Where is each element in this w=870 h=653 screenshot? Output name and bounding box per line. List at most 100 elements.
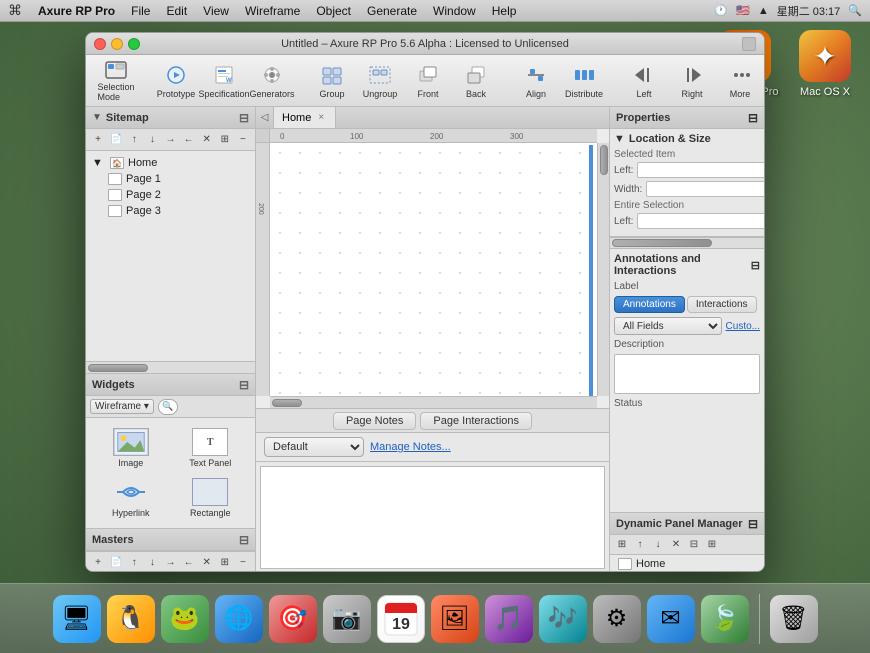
dpm-btn1[interactable]: ⊞ [614, 538, 630, 552]
dock-target[interactable]: 🎯 [269, 595, 317, 643]
widget-hyperlink[interactable]: Hyperlink [92, 474, 170, 522]
width-input[interactable] [646, 181, 765, 197]
props-scrollbar[interactable] [610, 237, 764, 249]
sitemap-collapse-icon[interactable]: ⊟ [239, 111, 249, 125]
masters-btn4[interactable]: ↓ [144, 555, 160, 571]
sitemap-expand[interactable]: ▼ [92, 112, 102, 123]
front-button[interactable]: Front [406, 59, 450, 103]
object-menu[interactable]: Object [316, 4, 351, 18]
back-button[interactable]: Back [454, 59, 498, 103]
dock-frog[interactable]: 🐸 [161, 595, 209, 643]
macosx-desktop-icon[interactable]: ✦ Mac OS X [790, 30, 860, 98]
manage-notes-link[interactable]: Manage Notes... [370, 441, 451, 453]
props-scrollbar-thumb[interactable] [612, 239, 712, 247]
masters-collapse-icon[interactable]: ⊟ [239, 533, 249, 547]
dpm-btn2[interactable]: ↑ [632, 538, 648, 552]
sitemap-page-btn[interactable]: 📄 [108, 132, 124, 148]
sitemap-down-btn[interactable]: ↓ [144, 132, 160, 148]
app-name-menu[interactable]: Axure RP Pro [38, 4, 115, 18]
group-button[interactable]: Group [310, 59, 354, 103]
dock-penguin[interactable]: 🐧 [107, 595, 155, 643]
sitemap-add-btn[interactable]: + [90, 132, 106, 148]
maximize-button[interactable] [128, 38, 140, 50]
dock-leaf[interactable]: 🍃 [701, 595, 749, 643]
entire-left-input[interactable] [637, 213, 765, 229]
canvas-vscroll-thumb[interactable] [600, 145, 608, 175]
widget-image[interactable]: Image [92, 424, 170, 472]
sitemap-collapse-btn[interactable]: − [235, 132, 251, 148]
dpm-home-item[interactable]: Home [610, 555, 764, 572]
sitemap-page3[interactable]: Page 3 [86, 203, 255, 219]
masters-btn9[interactable]: − [235, 555, 251, 571]
prototype-button[interactable]: Prototype [154, 59, 198, 103]
wireframe-menu[interactable]: Wireframe [245, 4, 300, 18]
masters-btn5[interactable]: → [162, 555, 178, 571]
distribute-button[interactable]: Distribute [562, 59, 606, 103]
dpm-btn3[interactable]: ↓ [650, 538, 666, 552]
right-button[interactable]: Right [670, 59, 714, 103]
masters-btn1[interactable]: + [90, 555, 106, 571]
widgets-collapse-icon[interactable]: ⊟ [239, 378, 249, 392]
close-button[interactable] [94, 38, 106, 50]
sitemap-up-btn[interactable]: ↑ [126, 132, 142, 148]
dock-finder[interactable]: 🖥 [53, 595, 101, 643]
specification-button[interactable]: W Specification [202, 59, 246, 103]
generators-button[interactable]: Generators [250, 59, 294, 103]
zoom-button[interactable] [742, 37, 756, 51]
sitemap-page1[interactable]: Page 1 [86, 171, 255, 187]
canvas[interactable] [270, 143, 597, 396]
apple-menu[interactable]: ⌘ [8, 2, 22, 19]
sitemap-del-btn[interactable]: ✕ [199, 132, 215, 148]
search-icon[interactable]: 🔍 [848, 4, 862, 17]
notes-content-area[interactable] [260, 466, 605, 569]
tab-home[interactable]: Home × [274, 107, 336, 128]
view-menu[interactable]: View [203, 4, 229, 18]
sitemap-move-btn[interactable]: ⊞ [217, 132, 233, 148]
widget-text-panel[interactable]: T Text Panel [172, 424, 250, 472]
dock-music[interactable]: 🎵 [485, 595, 533, 643]
dock-settings[interactable]: ⚙ [593, 595, 641, 643]
sitemap-indent-btn[interactable]: → [162, 132, 178, 148]
canvas-blue-handle[interactable] [589, 145, 597, 396]
dock-safari[interactable]: 🌐 [215, 595, 263, 643]
dpm-btn6[interactable]: ⊞ [704, 538, 720, 552]
dpm-collapse-icon[interactable]: ⊟ [748, 517, 758, 531]
interactions-tab[interactable]: Interactions [687, 296, 757, 313]
page-interactions-tab[interactable]: Page Interactions [420, 412, 532, 430]
more-button[interactable]: More [718, 59, 762, 103]
notes-dropdown[interactable]: Default [264, 437, 364, 457]
ungroup-button[interactable]: Ungroup [358, 59, 402, 103]
file-menu[interactable]: File [131, 4, 150, 18]
masters-btn7[interactable]: ✕ [199, 555, 215, 571]
tab-home-close[interactable]: × [315, 112, 327, 124]
location-size-expand-icon[interactable]: ▼ [614, 133, 625, 145]
edit-menu[interactable]: Edit [166, 4, 187, 18]
dock-camera[interactable]: 📷 [323, 595, 371, 643]
masters-btn2[interactable]: 📄 [108, 555, 124, 571]
selection-mode-button[interactable]: Selection Mode [94, 59, 138, 103]
annotations-collapse-icon[interactable]: ⊟ [751, 259, 760, 272]
dock-trash[interactable]: 🗑 [770, 595, 818, 643]
widgets-search[interactable]: 🔍 [158, 399, 178, 415]
annotations-tab[interactable]: Annotations [614, 296, 685, 313]
dpm-btn5[interactable]: ⊟ [686, 538, 702, 552]
masters-btn6[interactable]: ← [181, 555, 197, 571]
left-button[interactable]: Left [622, 59, 666, 103]
sitemap-page2[interactable]: Page 2 [86, 187, 255, 203]
sitemap-scrollbar-thumb[interactable] [88, 364, 148, 372]
dock-mail[interactable]: ✉ [647, 595, 695, 643]
masters-btn3[interactable]: ↑ [126, 555, 142, 571]
widget-rectangle[interactable]: Rectangle [172, 474, 250, 522]
properties-collapse-icon[interactable]: ⊟ [748, 111, 758, 125]
sitemap-home[interactable]: ▼ 🏠 Home [86, 155, 255, 171]
sitemap-outdent-btn[interactable]: ← [181, 132, 197, 148]
ann-custom-link[interactable]: Custo... [726, 321, 760, 332]
sitemap-scrollbar[interactable] [86, 361, 255, 373]
help-menu[interactable]: Help [492, 4, 517, 18]
dock-calendar[interactable]: 19 [377, 595, 425, 643]
minimize-button[interactable] [111, 38, 123, 50]
tab-nav-left[interactable]: ◁ [256, 107, 274, 128]
canvas-hscroll-thumb[interactable] [272, 399, 302, 407]
ann-fields-dropdown[interactable]: All Fields [614, 317, 722, 335]
window-menu[interactable]: Window [433, 4, 476, 18]
